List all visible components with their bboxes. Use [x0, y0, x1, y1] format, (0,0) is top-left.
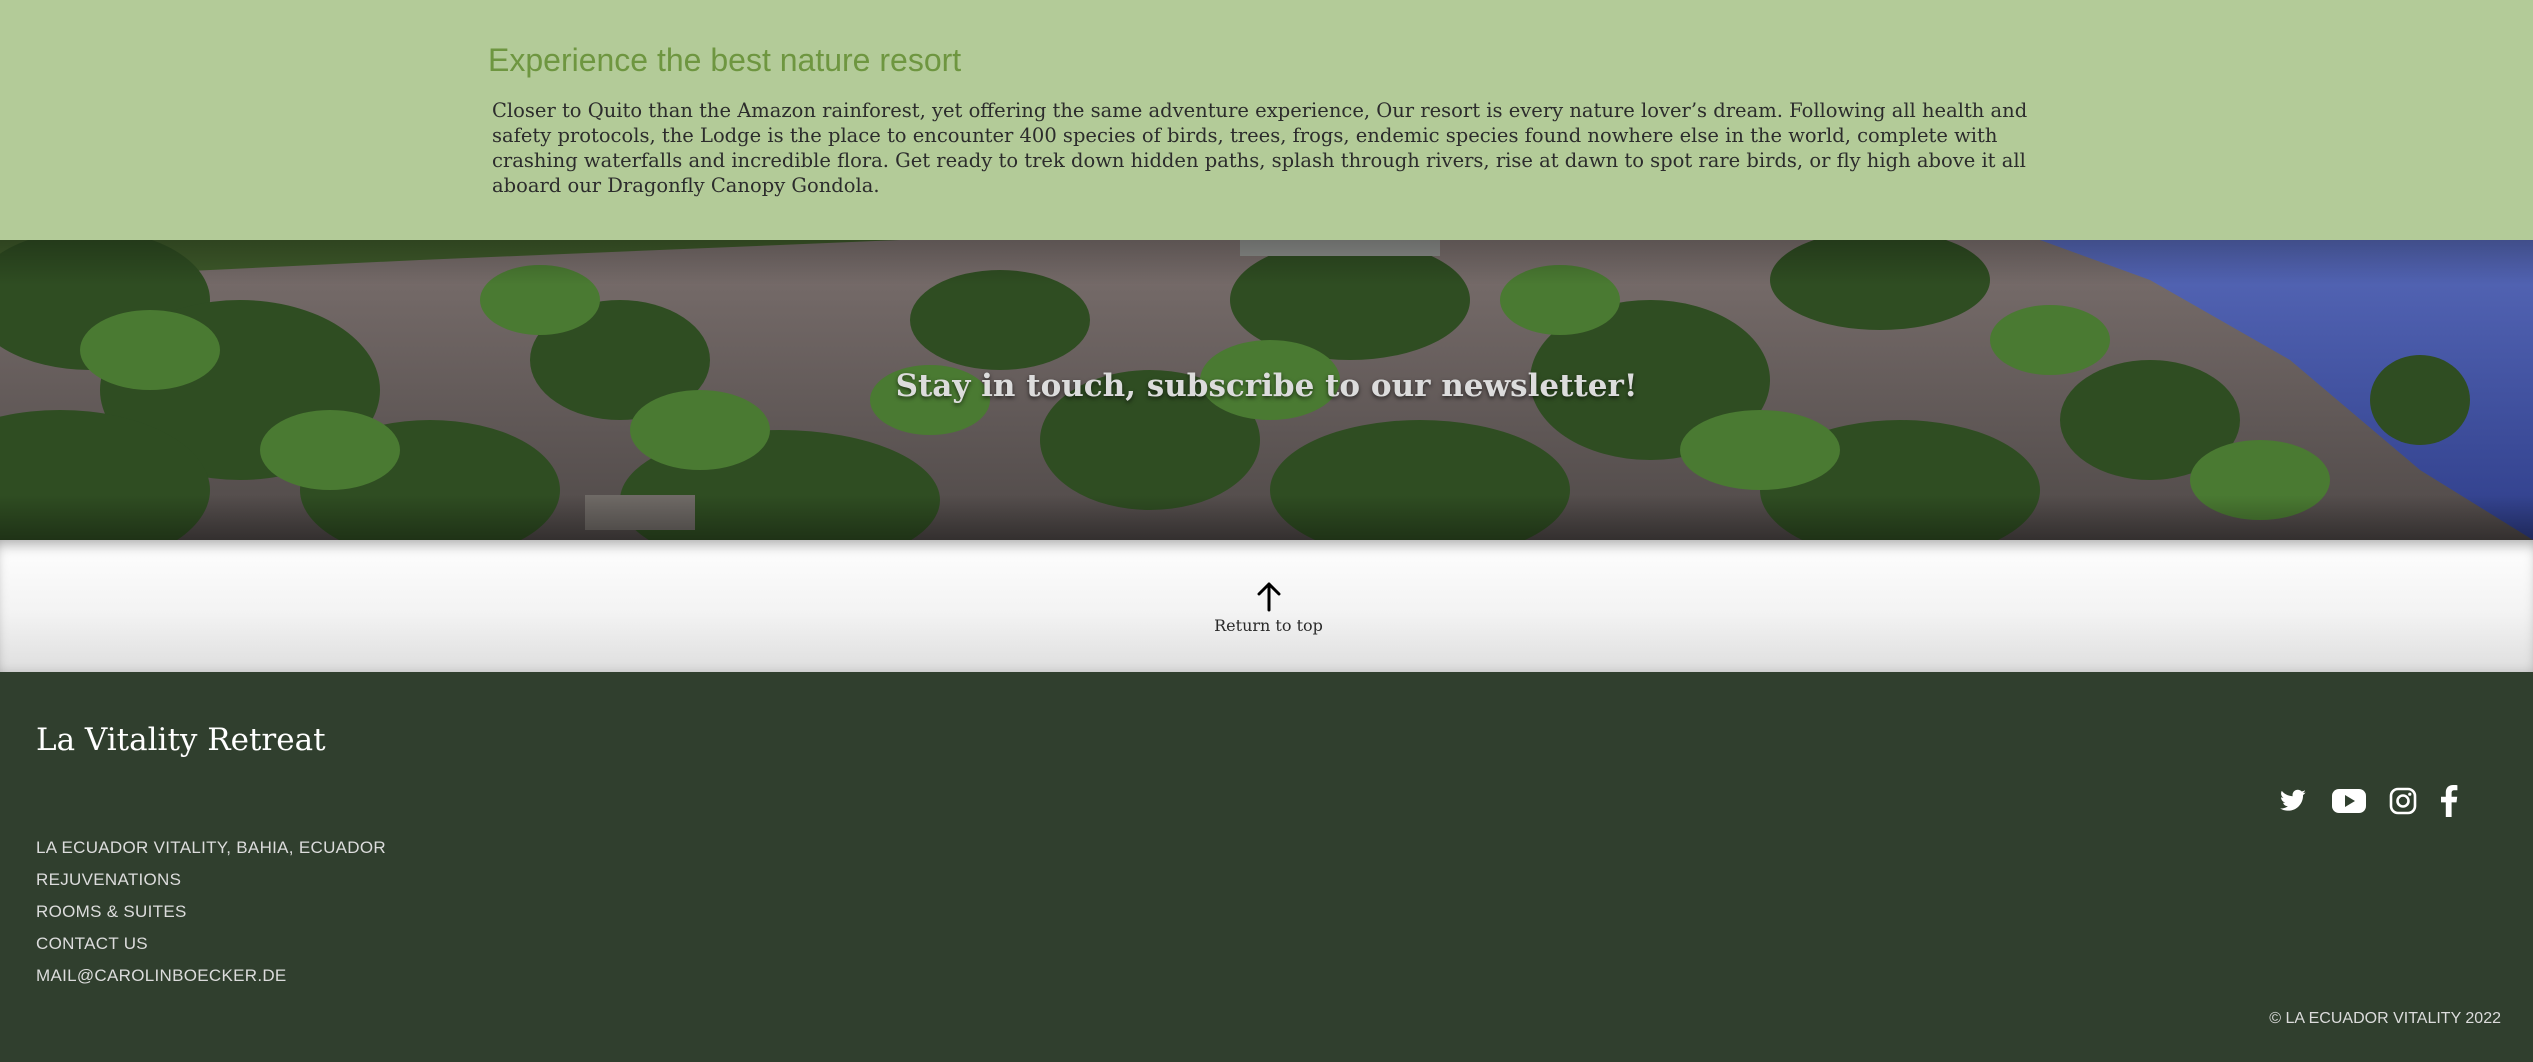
return-to-top-section: Return to top — [0, 540, 2533, 672]
twitter-icon[interactable] — [2276, 784, 2310, 818]
arrow-up-icon[interactable] — [1256, 580, 1282, 612]
footer-brand[interactable]: La Vitality Retreat — [36, 722, 326, 758]
instagram-icon[interactable] — [2386, 784, 2420, 818]
youtube-icon[interactable] — [2332, 784, 2366, 818]
footer-link-rooms-suites[interactable]: ROOMS & SUITES — [36, 896, 386, 928]
newsletter-heading[interactable]: Stay in touch, subscribe to our newslett… — [0, 368, 2533, 404]
site-footer: La Vitality Retreat LA ECUADOR VITALITY,… — [0, 672, 2533, 1062]
footer-link-email[interactable]: MAIL@CAROLINBOECKER.DE — [36, 960, 386, 992]
copyright-text: © LA ECUADOR VITALITY 2022 — [2269, 1010, 2501, 1027]
footer-link-contact[interactable]: CONTACT US — [36, 928, 386, 960]
return-to-top-link[interactable]: Return to top — [1166, 580, 1371, 635]
newsletter-banner[interactable]: Stay in touch, subscribe to our newslett… — [0, 240, 2533, 540]
footer-link-location[interactable]: LA ECUADOR VITALITY, BAHIA, ECUADOR — [36, 832, 386, 864]
intro-section: Experience the best nature resort Closer… — [0, 0, 2533, 240]
facebook-icon[interactable] — [2432, 784, 2466, 818]
return-to-top-label[interactable]: Return to top — [1166, 616, 1371, 635]
intro-title: Experience the best nature resort — [488, 42, 962, 78]
intro-paragraph: Closer to Quito than the Amazon rainfore… — [492, 99, 2028, 197]
footer-link-rejuvenations[interactable]: REJUVENATIONS — [36, 864, 386, 896]
footer-link-list: LA ECUADOR VITALITY, BAHIA, ECUADOR REJU… — [36, 832, 386, 992]
